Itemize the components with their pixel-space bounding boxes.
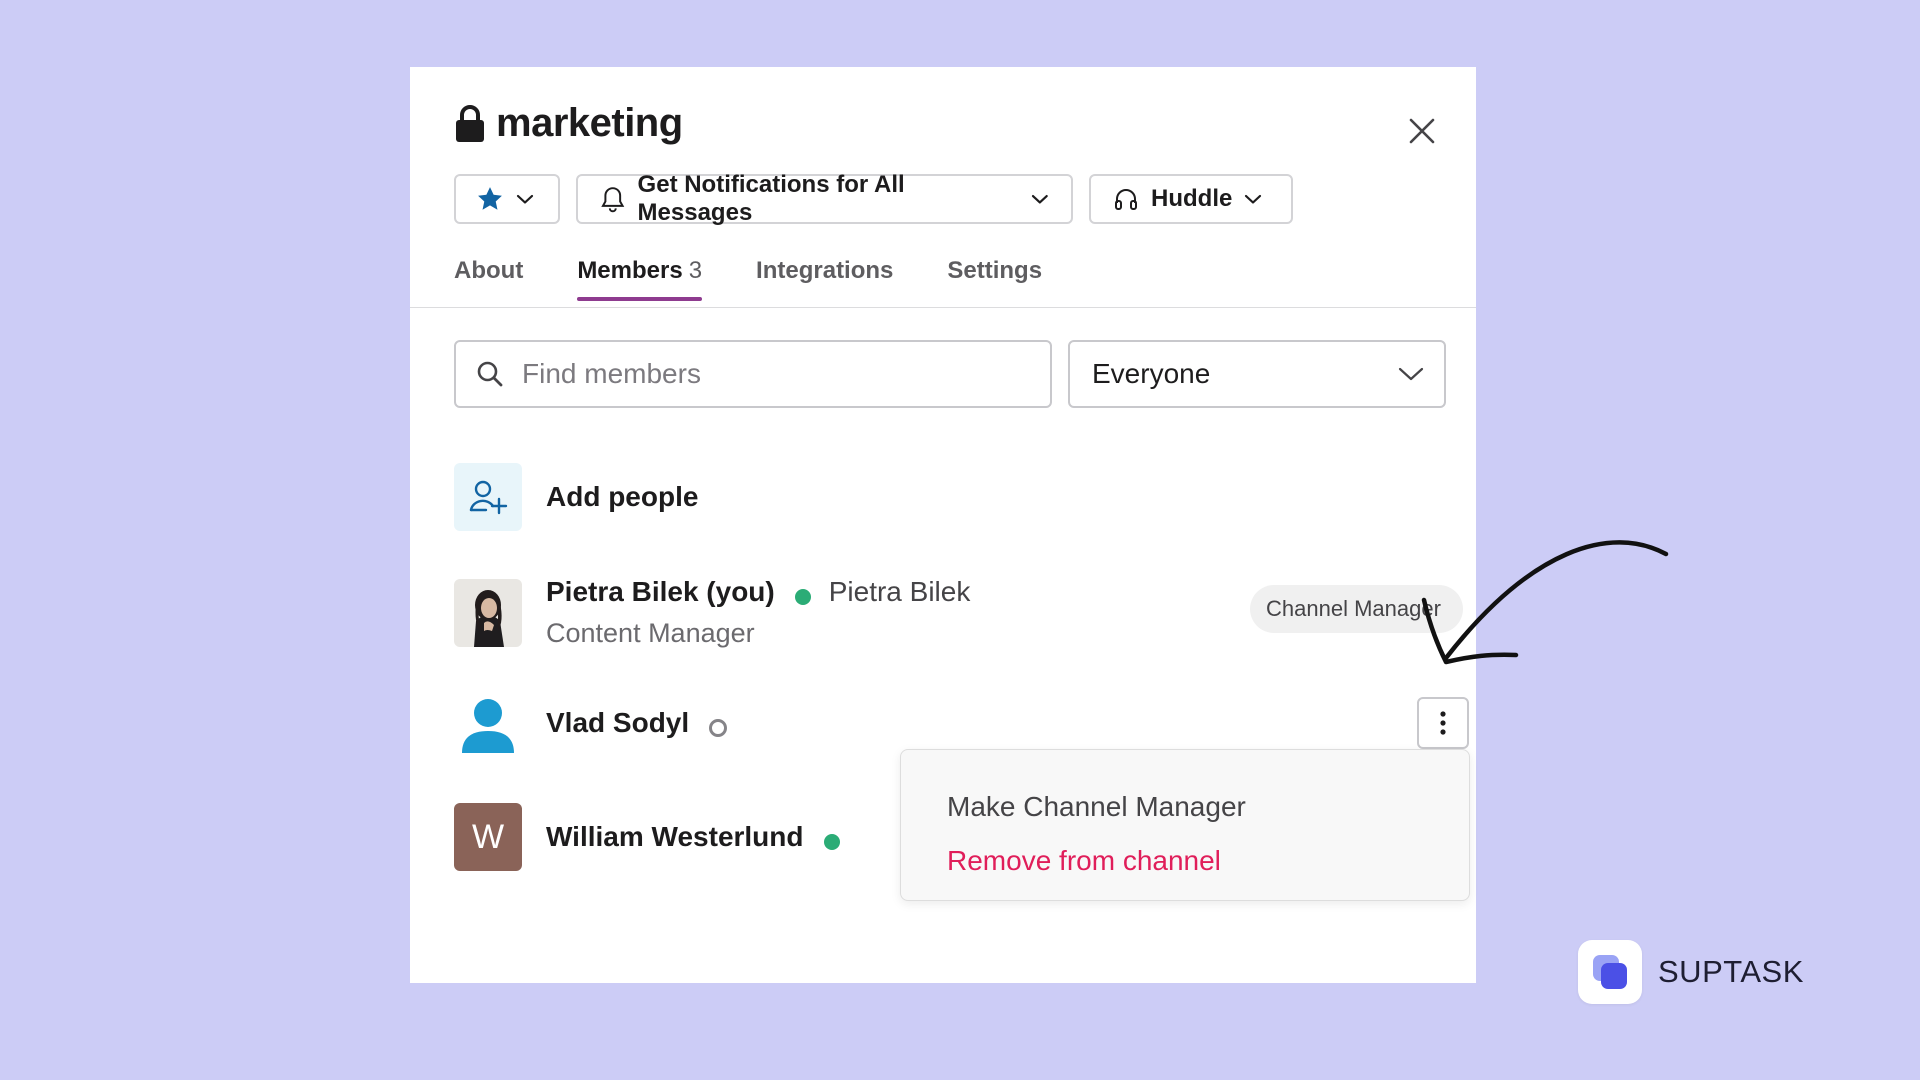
member-actions-menu: Make Channel Manager Remove from channel	[900, 749, 1470, 901]
channel-title: marketing	[496, 101, 683, 145]
member-more-actions-button[interactable]	[1417, 697, 1469, 749]
add-people-row[interactable]: Add people	[454, 463, 698, 531]
member-name: William Westerlund	[546, 821, 804, 852]
member-display-name: Pietra Bilek	[828, 576, 971, 607]
tabs-divider	[410, 307, 1476, 308]
notifications-button[interactable]: Get Notifications for All Messages	[576, 171, 1073, 226]
member-title: Content Manager	[546, 618, 755, 648]
bell-icon	[601, 187, 625, 213]
screen: marketing Get Notifications for All Mess…	[0, 0, 1920, 1080]
member-row[interactable]: Vlad Sodyl	[454, 689, 728, 757]
avatar	[454, 689, 522, 757]
member-row[interactable]: W William Westerlund	[454, 803, 858, 871]
avatar: W	[454, 803, 522, 871]
avatar	[454, 578, 522, 647]
star-button[interactable]	[454, 174, 560, 224]
more-vertical-icon	[1440, 711, 1446, 735]
add-people-label: Add people	[546, 481, 699, 512]
avatar-initial: W	[471, 817, 505, 856]
online-status-dot	[823, 833, 840, 850]
tab-about[interactable]: About	[454, 257, 523, 301]
suptask-logo-icon	[1593, 955, 1627, 989]
member-filter-select[interactable]: Everyone	[1068, 340, 1446, 408]
huddle-label: Huddle	[1151, 185, 1233, 212]
chevron-down-icon	[516, 194, 534, 204]
default-avatar-icon	[454, 689, 522, 757]
brand-name: SUPTASK	[1658, 954, 1804, 989]
member-name: Vlad Sodyl	[546, 707, 690, 738]
channel-tabs: About Members 3 Integrations Settings	[454, 257, 1042, 301]
away-status-dot	[709, 718, 728, 737]
tab-members[interactable]: Members 3	[577, 257, 702, 301]
add-people-icon-tile	[454, 463, 522, 531]
hand-drawn-arrow	[1421, 540, 1669, 665]
close-icon	[1409, 118, 1435, 144]
member-search[interactable]	[454, 340, 1052, 408]
member-name: Pietra Bilek (you)	[546, 576, 775, 607]
channel-details-modal: marketing Get Notifications for All Mess…	[410, 67, 1476, 983]
star-icon	[478, 187, 502, 210]
tab-settings[interactable]: Settings	[947, 257, 1042, 301]
channel-toolbar: Get Notifications for All Messages Huddl…	[454, 171, 1293, 226]
filter-value: Everyone	[1092, 358, 1211, 389]
headphones-icon	[1115, 189, 1137, 210]
remove-from-channel-item[interactable]: Remove from channel	[901, 834, 1469, 888]
chevron-down-icon	[1032, 194, 1049, 204]
online-status-dot	[794, 588, 811, 605]
notifications-label: Get Notifications for All Messages	[637, 171, 905, 226]
tab-integrations[interactable]: Integrations	[756, 257, 893, 301]
profile-photo	[454, 578, 522, 647]
make-channel-manager-item[interactable]: Make Channel Manager	[901, 780, 1469, 834]
chevron-down-icon	[1245, 194, 1262, 204]
lock-icon	[456, 104, 484, 142]
huddle-button[interactable]: Huddle	[1089, 174, 1293, 224]
modal-header: marketing	[454, 101, 683, 146]
search-input[interactable]	[520, 357, 1024, 391]
add-person-icon	[469, 480, 508, 515]
chevron-down-icon	[1398, 367, 1424, 381]
members-count: 3	[688, 257, 703, 284]
member-row[interactable]: Pietra Bilek (you) Pietra Bilek Content M…	[454, 576, 970, 649]
suptask-logo	[1578, 940, 1642, 1004]
search-icon	[477, 361, 503, 387]
brand-watermark: SUPTASK	[1578, 940, 1804, 1004]
close-button[interactable]	[1400, 109, 1444, 153]
